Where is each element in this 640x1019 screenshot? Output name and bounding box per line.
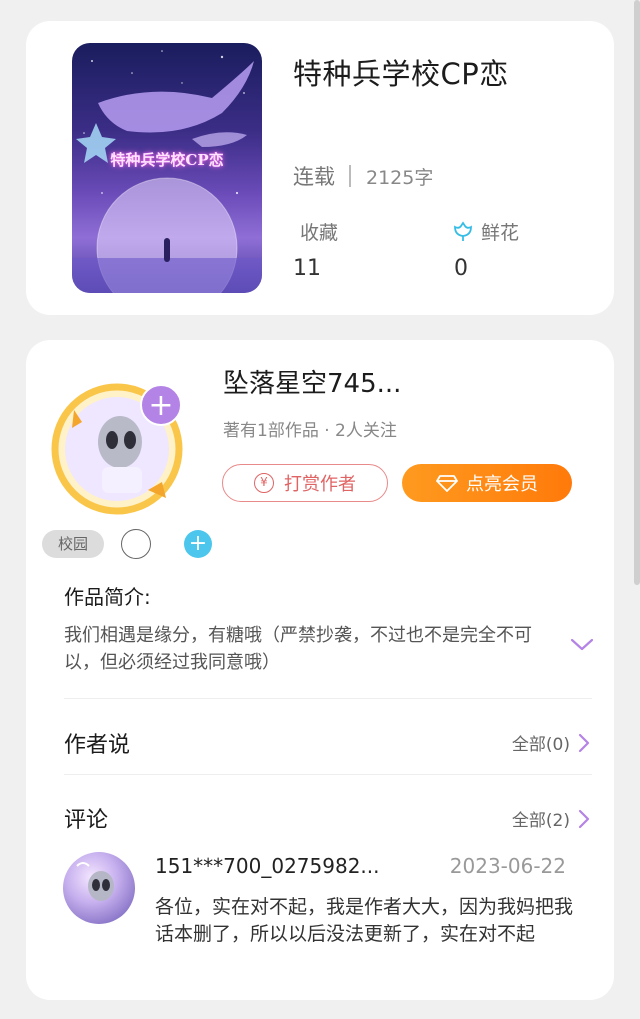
author-says-all-label: 全部(0) (511, 735, 570, 755)
commenter-avatar[interactable] (63, 852, 135, 924)
commenter-avatar-image (76, 862, 114, 901)
favorites-label: 收藏 (300, 218, 338, 245)
diamond-icon (436, 475, 458, 492)
comments-all-link[interactable]: 全部(2) (512, 806, 590, 831)
author-name[interactable]: 坠落星空745... (223, 363, 401, 400)
chevron-down-icon[interactable] (570, 638, 594, 652)
book-info-card: 特种兵学校CP恋 特种兵学校CP恋 连载 2125字 收藏 11 鲜花 0 (26, 21, 614, 315)
divider (64, 774, 592, 775)
intro-text: 我们相遇是缘分，有糖哦（严禁抄袭，不过也不是完全不可以，但必须经过我同意哦） (64, 625, 532, 673)
favorites-label-text: 收藏 (300, 222, 339, 244)
divider (64, 698, 592, 699)
flowers-count: 0 (454, 256, 468, 281)
intro-title: 作品简介: (64, 585, 151, 609)
favorites-count: 11 (293, 256, 321, 281)
tip-author-button[interactable]: ¥ 打赏作者 (222, 464, 388, 502)
tag-campus[interactable]: 校园 (42, 530, 104, 558)
page-scrollbar[interactable] (634, 0, 640, 585)
comment-username[interactable]: 151***700_0275982... (155, 854, 380, 878)
flowers-label-text: 鲜花 (481, 222, 520, 244)
flower-icon (454, 220, 472, 241)
vip-button[interactable]: 点亮会员 (402, 464, 572, 502)
status-divider (349, 165, 351, 187)
chevron-right-icon (578, 733, 590, 752)
tip-author-label: 打赏作者 (284, 474, 356, 495)
book-title: 特种兵学校CP恋 (293, 57, 509, 91)
yuan-icon: ¥ (254, 473, 274, 493)
cover-title-text: 特种兵学校CP恋 (110, 151, 224, 169)
empty-tag-circle[interactable] (121, 529, 151, 559)
author-info-card: + 坠落星空745... 著有1部作品 · 2人关注 ¥ 打赏作者 点亮会员 校… (26, 340, 614, 1000)
comment-date: 2023-06-22 (449, 854, 566, 878)
vip-label: 点亮会员 (466, 474, 538, 495)
word-count: 2125字 (366, 166, 434, 189)
comments-title: 评论 (64, 808, 109, 833)
comments-all-label: 全部(2) (511, 811, 570, 831)
book-cover-image[interactable]: 特种兵学校CP恋 (72, 43, 262, 293)
serial-status: 连载 (293, 165, 335, 189)
author-says-all-link[interactable]: 全部(0) (512, 730, 590, 755)
author-says-title: 作者说 (64, 733, 131, 758)
author-meta: 著有1部作品 · 2人关注 (223, 421, 397, 441)
flowers-label[interactable]: 鲜花 (451, 218, 519, 245)
add-tag-button[interactable]: + (184, 530, 212, 558)
book-status-row: 连载 2125字 (293, 161, 433, 191)
chevron-right-icon (578, 809, 590, 828)
comment-text: 各位，实在对不起，我是作者大大，因为我妈把我话本删了，所以以后没法更新了，实在对… (155, 896, 574, 945)
follow-author-button[interactable]: + (140, 384, 182, 426)
